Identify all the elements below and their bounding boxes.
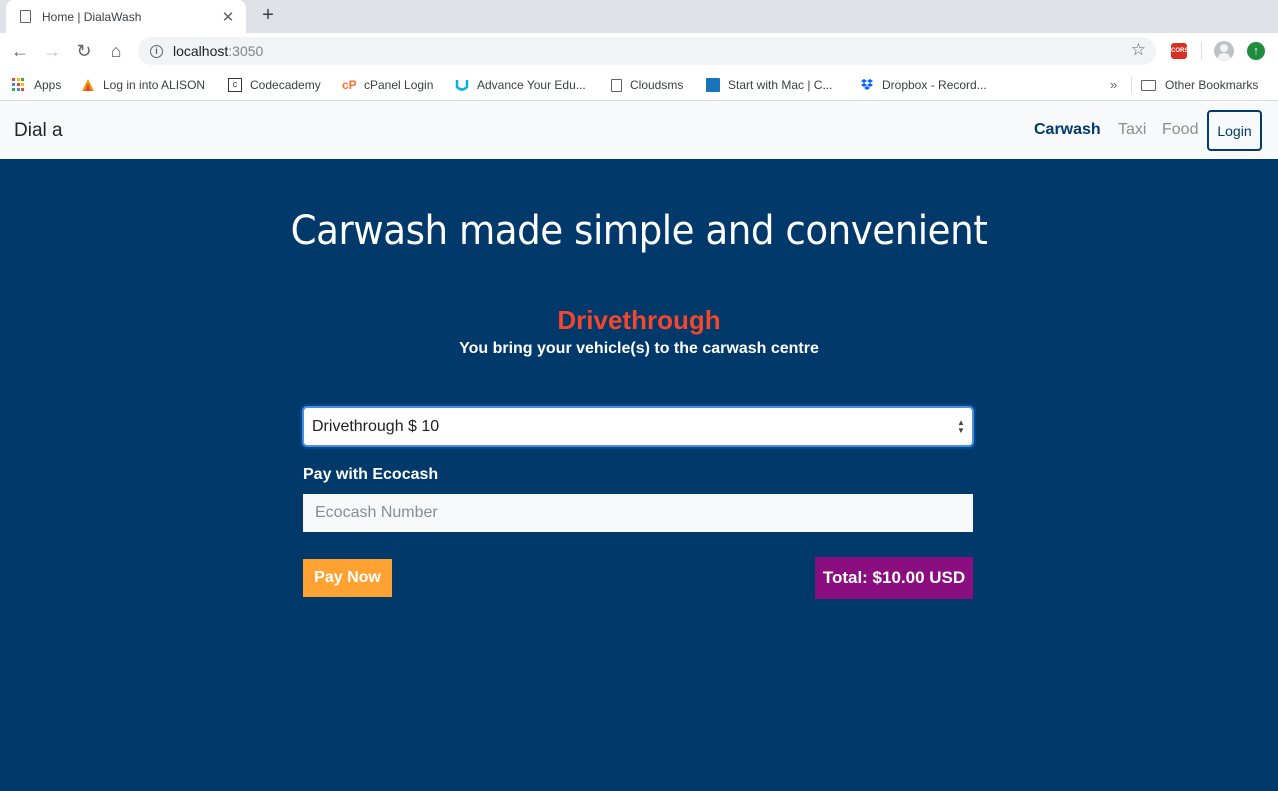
back-arrow-icon[interactable]: ← <box>9 40 31 62</box>
bookmark-alison[interactable]: Log in into ALISON <box>81 76 205 94</box>
cpanel-icon: cP <box>342 78 357 92</box>
close-icon[interactable]: ✕ <box>220 8 236 26</box>
tab-title: Home | DialaWash <box>42 9 142 24</box>
info-icon[interactable]: i <box>150 44 163 58</box>
brand-logo[interactable]: Dial a <box>14 120 63 142</box>
other-bookmarks[interactable]: Other Bookmarks <box>1141 76 1258 94</box>
other-bookmarks-label: Other Bookmarks <box>1165 78 1259 92</box>
bookmark-label: Codecademy <box>250 78 321 92</box>
bookmark-cpanel[interactable]: cP cPanel Login <box>342 76 433 94</box>
codecademy-icon: c <box>228 78 242 92</box>
page-icon <box>611 78 622 92</box>
forward-arrow-icon[interactable]: → <box>41 40 63 62</box>
hero-title: Carwash made simple and convenient <box>290 208 988 254</box>
bookmark-star-icon[interactable]: ☆ <box>1131 40 1146 60</box>
service-select[interactable]: Drivethrough $ 10 ▲ ▼ <box>302 406 974 447</box>
url-port: :3050 <box>228 43 264 59</box>
browser-toolbar: ← → ↻ ⌂ i localhost:3050 ☆ CORS ↑ <box>0 33 1278 69</box>
select-arrows-icon: ▲ ▼ <box>957 417 965 435</box>
nav-link-carwash[interactable]: Carwash <box>1034 121 1101 139</box>
more-bookmarks-chevron-icon[interactable]: » <box>1110 77 1117 92</box>
bookmark-label: Log in into ALISON <box>103 78 206 92</box>
bookmark-mac[interactable]: Start with Mac | C... <box>706 76 832 94</box>
dropbox-icon <box>861 79 873 90</box>
toolbar-divider <box>1201 42 1202 60</box>
new-tab-button[interactable]: + <box>257 4 279 26</box>
page-icon <box>20 10 31 23</box>
bookmark-label: Apps <box>34 78 62 92</box>
nav-link-taxi[interactable]: Taxi <box>1118 121 1146 139</box>
udacity-icon <box>455 80 469 91</box>
bookmark-label: Start with Mac | C... <box>728 78 833 92</box>
browser-tabstrip: Home | DialaWash ✕ + <box>0 0 1278 33</box>
mac-icon <box>706 78 720 92</box>
url-host: localhost <box>173 43 229 59</box>
selected-service-option: Drivethrough $ 10 <box>312 417 440 435</box>
pay-now-button[interactable]: Pay Now <box>303 559 392 597</box>
bookmark-label: cPanel Login <box>364 78 434 92</box>
app-navbar: Dial a Carwash Taxi Food Login <box>0 101 1278 159</box>
bookmark-cloudsms[interactable]: Cloudsms <box>611 76 683 94</box>
cors-extension-icon[interactable]: CORS <box>1171 43 1189 59</box>
alison-icon <box>82 79 94 91</box>
bookmark-udacity[interactable]: Advance Your Edu... <box>455 76 586 94</box>
bookmarks-divider <box>1131 77 1132 93</box>
cors-extension-label: CORS <box>1171 48 1189 54</box>
service-description: You bring your vehicle(s) to the carwash… <box>459 340 819 357</box>
folder-icon <box>1141 79 1156 91</box>
bookmark-label: Cloudsms <box>630 78 684 92</box>
pay-with-ecocash-label: Pay with Ecocash <box>303 466 439 483</box>
nav-link-food[interactable]: Food <box>1162 121 1198 139</box>
ecocash-number-input[interactable] <box>303 494 973 532</box>
service-title: Drivethrough <box>557 305 721 335</box>
login-button[interactable]: Login <box>1207 110 1262 151</box>
bookmark-apps[interactable]: Apps <box>12 76 61 94</box>
bookmark-codecademy[interactable]: c Codecademy <box>228 76 321 94</box>
reload-icon[interactable]: ↻ <box>73 40 95 62</box>
bookmark-label: Advance Your Edu... <box>477 78 586 92</box>
browser-tab[interactable]: Home | DialaWash ✕ <box>6 0 246 33</box>
bookmarks-bar: Apps Log in into ALISON c Codecademy cP … <box>0 69 1278 101</box>
apps-grid-icon <box>12 78 26 92</box>
address-bar[interactable]: i localhost:3050 ☆ <box>138 37 1156 65</box>
profile-avatar-icon[interactable] <box>1214 41 1234 61</box>
bookmark-dropbox[interactable]: Dropbox - Record... <box>860 76 987 94</box>
update-icon[interactable]: ↑ <box>1247 42 1265 60</box>
bookmark-label: Dropbox - Record... <box>882 78 987 92</box>
total-badge: Total: $10.00 USD <box>815 557 973 599</box>
home-icon[interactable]: ⌂ <box>105 40 127 62</box>
